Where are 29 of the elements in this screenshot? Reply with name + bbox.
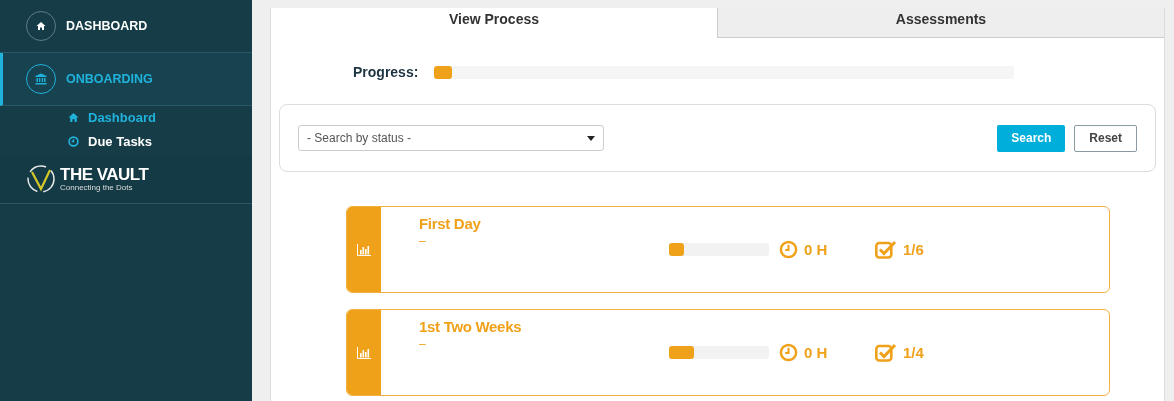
clock-icon [779,240,798,259]
progress-label: Progress: [353,64,419,80]
sidebar-item[interactable]: ONBOARDING [0,53,252,106]
bar-chart-icon [357,346,371,359]
sidebar-subitem[interactable]: Due Tasks [68,134,252,149]
bar-chart-icon [357,243,371,256]
reset-button[interactable]: Reset [1074,124,1137,152]
sidebar-subitem[interactable]: Dashboard [68,110,252,125]
checkbox-icon [875,240,897,259]
process-description: – [419,234,427,248]
caret-icon [587,135,595,141]
home-icon [68,112,79,123]
logo-icon [26,164,56,194]
hours-value: 0 H [804,344,828,361]
status-dropdown[interactable]: - Search by status - [298,125,604,151]
logo-title: THE VAULT [60,166,149,183]
logo-tagline: Connecting the Dots [60,184,134,192]
process-description: – [419,337,427,351]
home-icon [36,21,46,31]
tasks-count: 1/4 [903,344,924,361]
tasks-count: 1/6 [903,241,924,258]
bank-icon [35,73,47,85]
clock-icon [779,343,798,362]
clock-icon [68,136,79,147]
tab[interactable]: Assessments [717,8,1164,38]
checkbox-icon [875,343,897,362]
process-title: First Day [419,215,482,232]
hours-value: 0 H [804,241,828,258]
process-title: 1st Two Weeks [419,318,523,335]
